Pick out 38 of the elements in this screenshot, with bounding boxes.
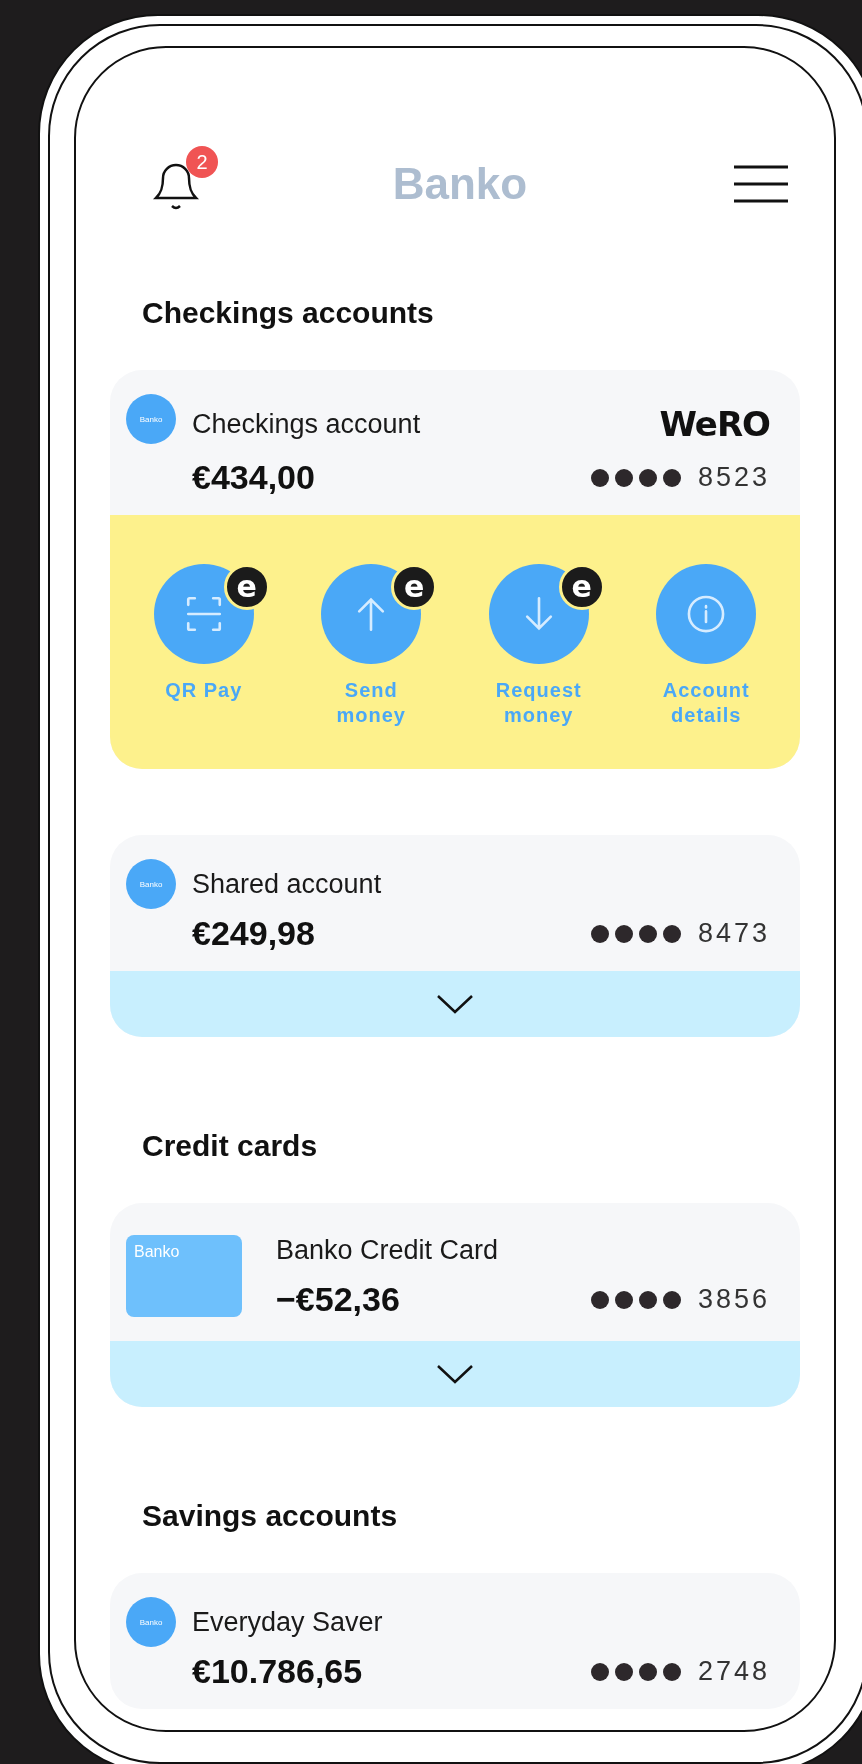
card-logo-text: Banko [134, 1243, 180, 1261]
masked-number-icon [589, 923, 682, 944]
account-number: 8473 [697, 918, 770, 949]
action-button[interactable]: e QR Pay [120, 563, 288, 729]
chevron-down-icon [436, 1364, 474, 1384]
section-heading: Savings accounts [141, 1499, 399, 1533]
account-card[interactable]: Banko Checkings account WeRO €434,00 8523 e QR Pay e Send money e Request money Account details [110, 370, 800, 769]
account-card[interactable]: Banko Everyday Saver €10.786,65 2748 [110, 1573, 800, 1709]
bank-logo: Banko [126, 1597, 176, 1647]
account-number: 3856 [697, 1284, 770, 1315]
brand-badge: e [558, 564, 605, 610]
brand-logo: WeRO [659, 404, 770, 444]
notification-badge: 2 [186, 146, 218, 178]
section-heading: Checkings accounts [141, 296, 435, 330]
masked-number-icon [589, 1289, 682, 1310]
account-name: Shared account [192, 869, 382, 900]
account-name: Everyday Saver [192, 1607, 383, 1638]
account-name: Banko Credit Card [276, 1235, 499, 1266]
app-title: Banko [392, 159, 528, 209]
account-name: Checkings account [192, 408, 421, 440]
action-button[interactable]: e Request money [455, 563, 623, 729]
account-balance: −€52,36 [276, 1280, 400, 1319]
account-card[interactable]: Banko Banko Credit Card −€52,36 3856 [110, 1203, 800, 1407]
chevron-down-icon [436, 994, 474, 1014]
masked-number-icon [589, 1661, 682, 1682]
bank-logo: Banko [126, 394, 176, 444]
menu-icon[interactable] [734, 164, 788, 204]
account-balance: €10.786,65 [192, 1652, 363, 1691]
brand-badge: e [223, 564, 270, 610]
bank-logo: Banko [126, 859, 176, 909]
account-balance: €249,98 [192, 914, 315, 953]
account-balance: €434,00 [192, 458, 315, 497]
account-number: 8523 [697, 462, 770, 493]
account-number: 2748 [697, 1656, 770, 1687]
action-button[interactable]: e Send money [287, 563, 455, 729]
section-heading: Credit cards [141, 1129, 319, 1163]
masked-number-icon [589, 467, 682, 488]
account-card[interactable]: Banko Shared account €249,98 8473 [110, 835, 800, 1037]
